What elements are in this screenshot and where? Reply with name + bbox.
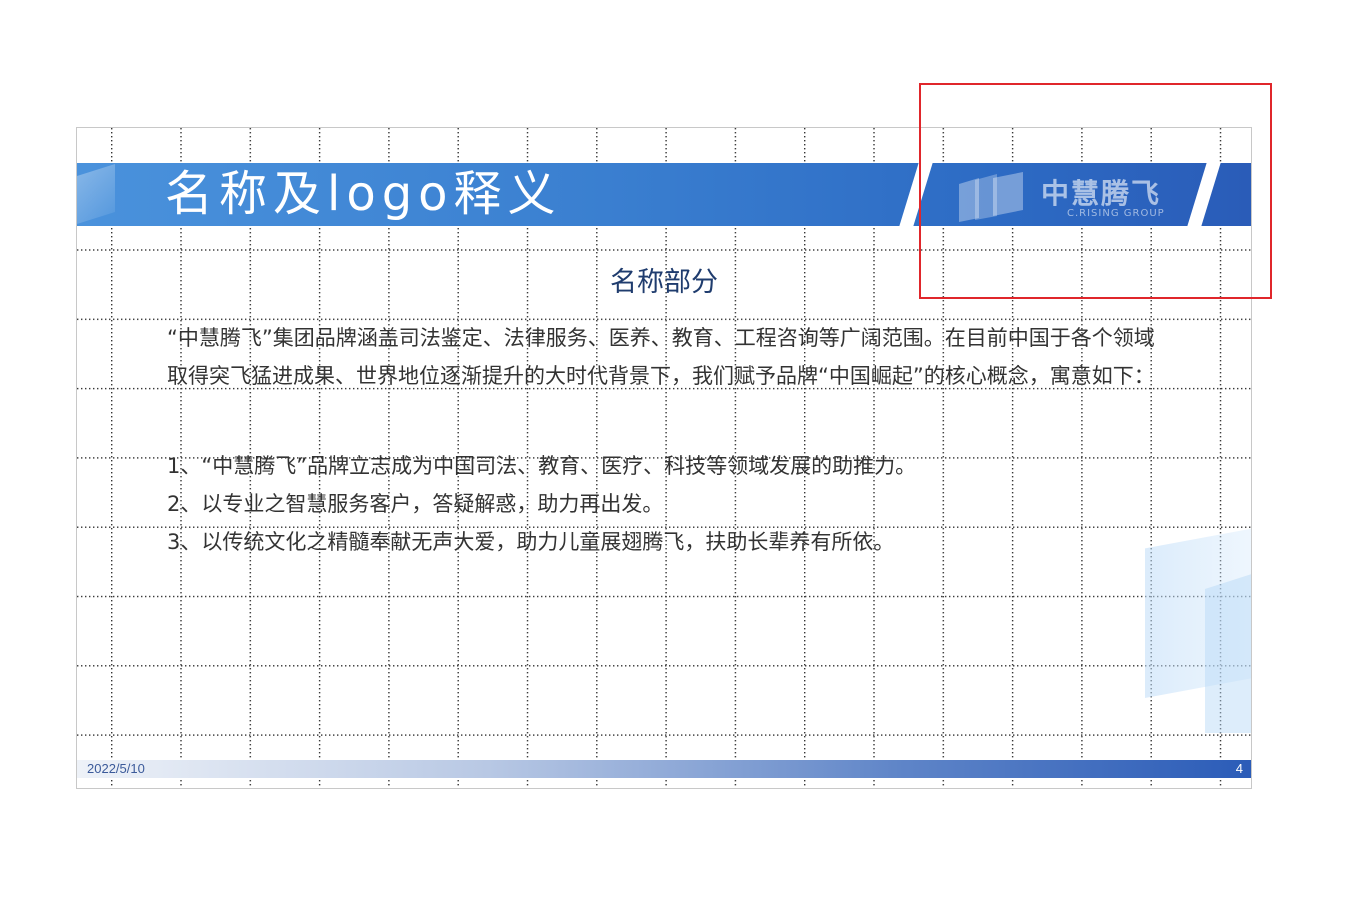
intro-paragraph[interactable]: “中慧腾飞”集团品牌涵盖司法鉴定、法律服务、医养、教育、工程咨询等广阔范围。在目… <box>167 319 1167 395</box>
logo-name: 中慧腾飞 <box>1041 177 1162 210</box>
title-band-divider <box>899 163 933 226</box>
title-band-divider <box>1187 163 1221 226</box>
footer-band <box>77 760 1251 778</box>
logo-mark-icon <box>959 172 1023 222</box>
list-item: 3、以传统文化之精髓奉献无声大爱，助力儿童展翅腾飞，扶助长辈养有所依。 <box>167 530 895 554</box>
logo-subtitle: C.RISING GROUP <box>1067 208 1165 219</box>
page-number: 4 <box>1235 761 1243 776</box>
list-item: 1、“中慧腾飞”品牌立志成为中国司法、教育、医疗、科技等领域发展的助推力。 <box>167 454 917 478</box>
background-decoration <box>1205 573 1251 733</box>
page-title[interactable]: 名称及logo释义 <box>165 166 562 222</box>
footer-date: 2022/5/10 <box>87 761 145 776</box>
company-logo[interactable]: 中慧腾飞 C.RISING GROUP <box>957 170 1177 226</box>
section-title[interactable]: 名称部分 <box>77 260 1251 299</box>
list-item: 2、以专业之智慧服务客户，答疑解惑，助力再出发。 <box>167 492 664 516</box>
meaning-list[interactable]: 1、“中慧腾飞”品牌立志成为中国司法、教育、医疗、科技等领域发展的助推力。 2、… <box>167 447 1167 561</box>
slide: 名称及logo释义 中慧腾飞 C.RISING GROUP 名称部分 “中慧腾飞… <box>76 127 1252 789</box>
